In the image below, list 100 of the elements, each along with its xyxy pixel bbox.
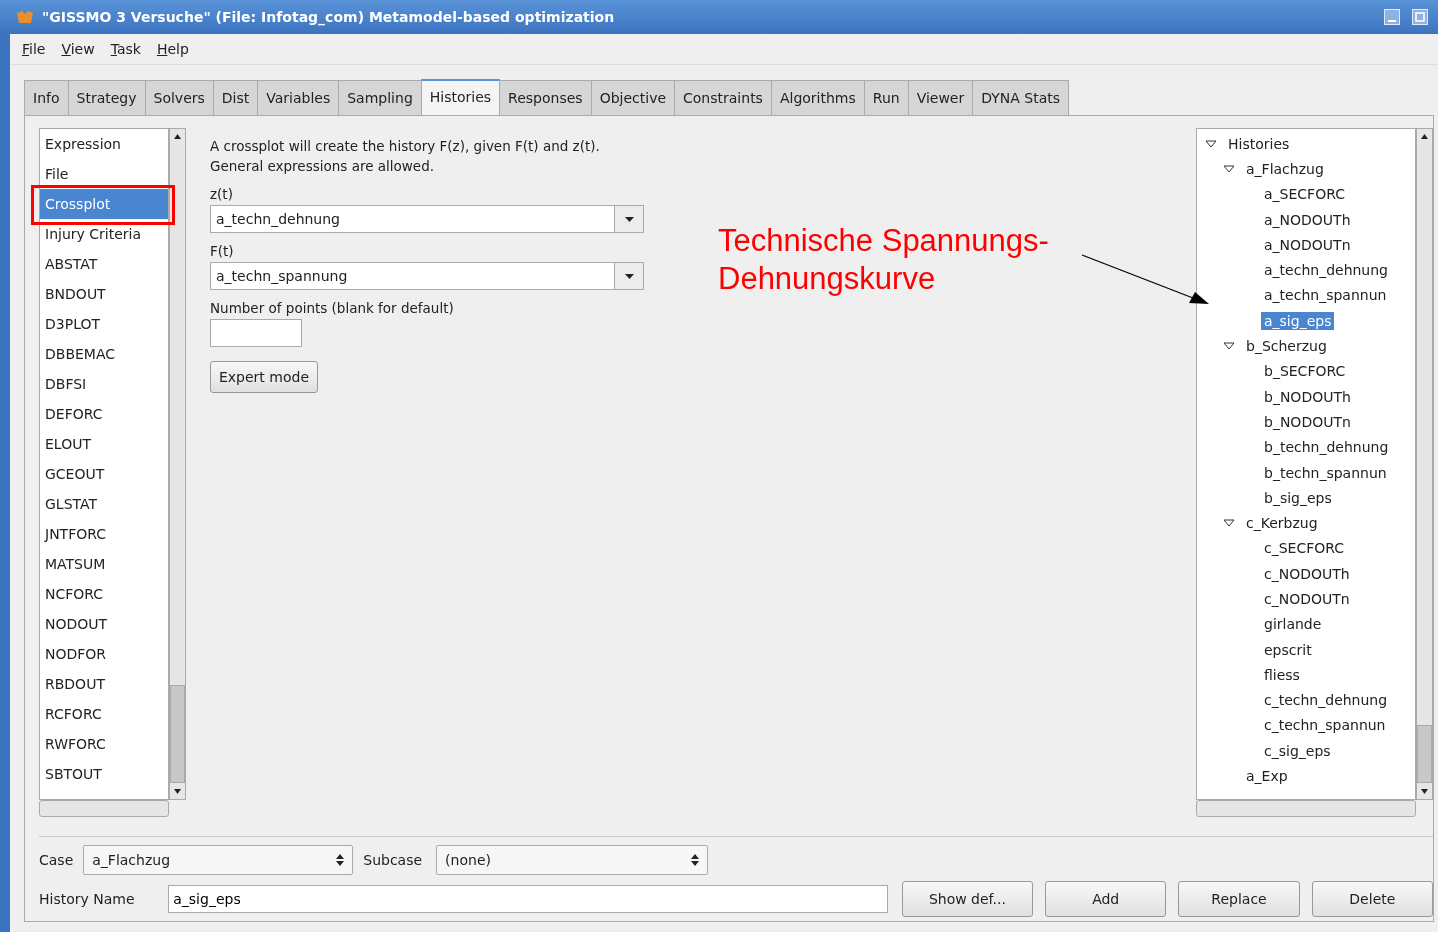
tree-item[interactable]: b_SECFORC: [1261, 362, 1349, 381]
tab[interactable]: Algorithms: [770, 80, 865, 115]
tree-item[interactable]: b_NODOUTn: [1261, 412, 1354, 431]
action-button[interactable]: Delete: [1311, 881, 1433, 917]
tab[interactable]: Info: [24, 80, 69, 115]
tree-item[interactable]: c_sig_eps: [1261, 741, 1334, 760]
list-item[interactable]: JNTFORC: [40, 519, 168, 549]
expander-icon[interactable]: [1223, 518, 1235, 529]
tree-item[interactable]: a_SECFORC: [1261, 185, 1348, 204]
history-name-label: History Name: [39, 891, 136, 907]
tab[interactable]: DYNA Stats: [972, 80, 1070, 115]
list-item[interactable]: NODFOR: [40, 639, 168, 669]
tree-item[interactable]: c_techn_dehnung: [1261, 691, 1391, 710]
tree-item[interactable]: c_techn_spannun: [1261, 716, 1389, 735]
action-button[interactable]: Add: [1045, 881, 1167, 917]
list-item[interactable]: RWFORC: [40, 729, 168, 759]
expander-icon[interactable]: [1205, 138, 1217, 149]
list-item[interactable]: Crossplot: [40, 189, 168, 219]
case-label: Case: [39, 852, 74, 868]
tree-item[interactable]: a_NODOUTn: [1261, 235, 1354, 254]
action-button[interactable]: Replace: [1178, 881, 1300, 917]
tab[interactable]: Responses: [499, 80, 592, 115]
menu-item[interactable]: Task: [110, 41, 141, 57]
list-item[interactable]: GCEOUT: [40, 459, 168, 489]
tree-item[interactable]: fliess: [1261, 665, 1303, 684]
field-label: Number of points (blank for default): [210, 300, 455, 316]
tree-item[interactable]: b_Scherzug: [1243, 337, 1330, 355]
tab[interactable]: Run: [863, 80, 909, 115]
tree-item[interactable]: c_Kerbzug: [1243, 514, 1321, 533]
list-item[interactable]: SBTOUT: [40, 759, 168, 789]
list-item[interactable]: Expression: [40, 129, 168, 159]
tab[interactable]: Dist: [212, 80, 259, 115]
tree-item[interactable]: b_sig_eps: [1261, 488, 1335, 507]
app-icon: [16, 10, 34, 24]
list-item[interactable]: RCFORC: [40, 699, 168, 729]
tab[interactable]: Solvers: [144, 80, 214, 115]
tree-item[interactable]: epscrit: [1261, 640, 1315, 659]
tab[interactable]: Variables: [257, 80, 340, 115]
dropdown-arrow-icon: [624, 273, 634, 279]
scrollbar[interactable]: [1416, 128, 1433, 800]
description-text: General expressions are allowed.: [210, 157, 435, 176]
annotation-text: Dehnungskurve: [718, 260, 937, 298]
case-select[interactable]: a_Flachzug: [83, 845, 354, 875]
action-button[interactable]: Show def...: [901, 881, 1034, 917]
tree-item[interactable]: b_NODOUTh: [1261, 387, 1354, 406]
list-item[interactable]: DEFORC: [40, 399, 168, 429]
list-item[interactable]: ABSTAT: [40, 249, 168, 279]
scrollbar[interactable]: [169, 128, 186, 800]
expert-mode-button[interactable]: Expert mode: [210, 361, 318, 393]
tab[interactable]: Sampling: [338, 80, 422, 115]
tree-item[interactable]: a_Exp: [1243, 767, 1291, 786]
list-item[interactable]: D3PLOT: [40, 309, 168, 339]
window-title: "GISSMO 3 Versuche" (File: Infotag_com) Metamodel-based optimization: [42, 9, 615, 25]
tree-item[interactable]: a_Flachzug: [1243, 159, 1327, 178]
tree-item[interactable]: a_techn_dehnung: [1261, 261, 1391, 280]
list-item[interactable]: MATSUM: [40, 549, 168, 579]
dropdown-arrow-icon: [624, 216, 634, 222]
spinner-arrows-icon: [336, 854, 345, 866]
scroll-thumb[interactable]: [1417, 725, 1432, 783]
menu-item[interactable]: View: [61, 41, 95, 57]
expander-icon[interactable]: [1223, 163, 1235, 174]
tab[interactable]: Viewer: [907, 80, 974, 115]
menu-item[interactable]: Help: [156, 41, 189, 57]
history-name-field[interactable]: a_sig_eps: [168, 885, 888, 913]
expander-icon[interactable]: [1223, 341, 1235, 351]
maximize-icon[interactable]: [1412, 9, 1428, 25]
list-item[interactable]: NCFORC: [40, 579, 168, 609]
tab[interactable]: Histories: [420, 79, 501, 115]
list-item[interactable]: DBBEMAC: [40, 339, 168, 369]
tab[interactable]: Objective: [590, 80, 676, 115]
scroll-thumb[interactable]: [170, 685, 185, 783]
dropdown[interactable]: a_techn_dehnung: [210, 205, 644, 233]
input-field[interactable]: [210, 319, 302, 347]
tree-item[interactable]: girlande: [1261, 615, 1325, 634]
list-item[interactable]: DBFSI: [40, 369, 168, 399]
menu-item[interactable]: File: [22, 41, 46, 57]
tree-item[interactable]: c_SECFORC: [1261, 539, 1348, 558]
list-item[interactable]: BNDOUT: [40, 279, 168, 309]
tree-item[interactable]: c_NODOUTh: [1261, 564, 1353, 583]
tree-item[interactable]: b_techn_dehnung: [1261, 438, 1392, 457]
tree-item[interactable]: a_NODOUTh: [1261, 210, 1354, 229]
subcase-select[interactable]: (none): [436, 845, 709, 875]
scrollbar[interactable]: [1196, 800, 1416, 817]
tree-item[interactable]: Histories: [1225, 134, 1293, 153]
list-item[interactable]: NODOUT: [40, 609, 168, 639]
tree-item[interactable]: a_techn_spannun: [1261, 286, 1390, 305]
list-item[interactable]: GLSTAT: [40, 489, 168, 519]
list-item[interactable]: RBDOUT: [40, 669, 168, 699]
scrollbar[interactable]: [39, 800, 169, 817]
tree-item[interactable]: a_sig_eps: [1261, 311, 1335, 330]
dropdown[interactable]: a_techn_spannung: [210, 262, 644, 290]
list-item[interactable]: File: [40, 159, 168, 189]
list-item[interactable]: ELOUT: [40, 429, 168, 459]
field-label: F(t): [210, 243, 235, 259]
tree-item[interactable]: b_techn_spannun: [1261, 463, 1390, 482]
tree-item[interactable]: c_NODOUTn: [1261, 590, 1353, 608]
tab[interactable]: Strategy: [67, 80, 146, 115]
tab[interactable]: Constraints: [674, 80, 772, 115]
list-item[interactable]: Injury Criteria: [40, 219, 168, 249]
minimize-icon[interactable]: [1384, 9, 1400, 25]
